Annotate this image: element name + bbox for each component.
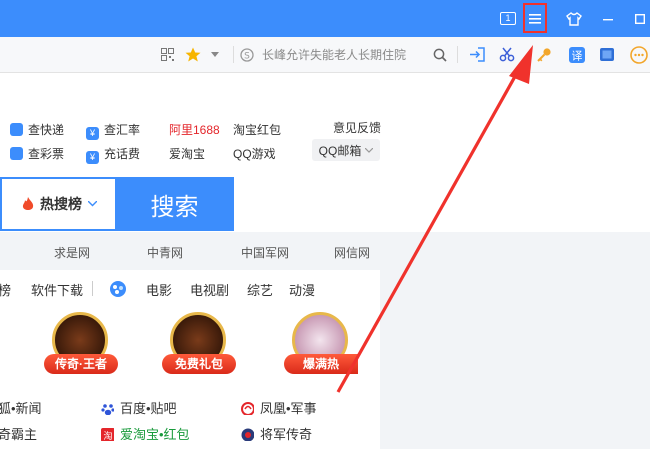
currency-icon: ¥ — [86, 127, 99, 140]
site-link[interactable]: 中青网 — [147, 244, 183, 261]
site-links-row: 求是网 中青网 中国军网 网信网 — [0, 232, 380, 270]
category-link[interactable]: 榜 — [0, 280, 11, 299]
category-link[interactable]: 电视剧 — [190, 280, 229, 299]
quicklink-huilv[interactable]: ¥ 查汇率 — [86, 121, 140, 140]
minimize-icon — [603, 18, 613, 20]
svg-text:译: 译 — [572, 49, 583, 62]
news-link[interactable]: 凤凰•军事 — [241, 398, 317, 417]
quicklink-huafei[interactable]: ¥ 充话费 — [86, 145, 140, 164]
search-area: 热搜榜 搜索 — [0, 177, 234, 231]
category-link[interactable]: 动漫 — [289, 280, 315, 299]
tab-count-button[interactable]: 1 — [498, 0, 518, 37]
qq-mail-dropdown[interactable]: QQ邮箱 — [312, 139, 380, 161]
hot-search-select[interactable]: 热搜榜 — [0, 177, 117, 231]
game-ad[interactable]: 爆满热 — [284, 312, 364, 382]
quicklink-aitaobao[interactable]: 爱淘宝 — [169, 145, 205, 162]
quicklink-kuaidi[interactable]: 查快递 — [10, 121, 64, 138]
game-logo-icon — [241, 428, 254, 441]
translate-button[interactable]: 译 — [566, 37, 588, 72]
more-button[interactable] — [628, 37, 650, 72]
favorite-button[interactable] — [183, 37, 203, 72]
chevron-down-icon — [88, 201, 97, 207]
quicklink-qq-game[interactable]: QQ游戏 — [233, 145, 276, 162]
chevron-down-icon — [365, 147, 374, 153]
star-icon — [185, 47, 201, 62]
svg-text:S: S — [244, 51, 250, 61]
svg-text:淘: 淘 — [103, 430, 112, 441]
game-ad[interactable]: 传奇·王者 — [44, 312, 124, 382]
lottery-icon — [10, 147, 23, 160]
site-link[interactable]: 网信网 — [334, 244, 370, 261]
game-ads-row: 传奇·王者 免费礼包 爆满热 — [0, 308, 380, 384]
search-button[interactable]: 搜索 — [115, 177, 234, 231]
main-menu-button[interactable] — [523, 3, 547, 33]
package-icon — [10, 123, 23, 136]
more-icon — [630, 45, 648, 64]
taobao-icon: 淘 — [101, 428, 114, 441]
login-icon — [470, 47, 485, 62]
news-link[interactable]: 淘 爱淘宝•红包 — [101, 424, 190, 443]
news-links: 狐•新闻 百度•贴吧 凤凰•军事 奇霸主 淘 爱淘宝•红包 将军传奇 — [0, 384, 380, 449]
category-link[interactable]: 电影 — [146, 280, 172, 299]
screenshot-button[interactable] — [496, 37, 518, 72]
quicklink-caipiao[interactable]: 查彩票 — [10, 145, 64, 162]
chevron-down-icon — [211, 52, 219, 57]
favorite-dropdown[interactable] — [208, 37, 222, 72]
qrcode-icon — [160, 48, 174, 61]
address-search-box[interactable]: S 长峰允许失能老人长期住院 — [240, 43, 454, 66]
category-link[interactable]: 软件下载 — [31, 280, 83, 299]
skin-button[interactable] — [562, 0, 586, 37]
translate-icon: 译 — [569, 46, 585, 63]
quicklink-taobao-hongbao[interactable]: 淘宝红包 — [233, 121, 281, 138]
key-icon — [537, 48, 551, 62]
site-link[interactable]: 求是网 — [54, 244, 90, 261]
title-bar: 1 — [0, 0, 650, 37]
recharge-icon: ¥ — [86, 151, 99, 164]
hamburger-menu-icon — [529, 13, 541, 24]
game-ad[interactable]: 免费礼包 — [162, 312, 242, 382]
login-button[interactable] — [466, 37, 488, 72]
reader-button[interactable] — [596, 37, 618, 72]
maximize-button[interactable] — [630, 0, 650, 37]
news-link[interactable]: 奇霸主 — [0, 424, 37, 443]
reader-icon — [600, 48, 614, 61]
search-engine-icon: S — [240, 47, 254, 62]
quicklink-alibaba[interactable]: 阿里1688 — [169, 121, 220, 138]
feedback-link[interactable]: 意见反馈 — [333, 119, 381, 136]
maximize-icon — [635, 13, 645, 24]
news-link[interactable]: 狐•新闻 — [0, 398, 42, 417]
video-app-icon — [110, 281, 126, 297]
news-link[interactable]: 将军传奇 — [241, 424, 312, 443]
search-placeholder: 长峰允许失能老人长期住院 — [262, 48, 407, 62]
divider — [233, 46, 234, 63]
scissors-icon — [499, 47, 515, 62]
qrcode-button[interactable] — [158, 37, 176, 72]
minimize-button[interactable] — [598, 0, 618, 37]
divider — [457, 46, 458, 63]
news-link[interactable]: 百度•贴吧 — [101, 398, 177, 417]
site-link[interactable]: 中国军网 — [241, 244, 289, 261]
tab-count: 1 — [500, 12, 516, 25]
category-link[interactable]: 综艺 — [247, 280, 273, 299]
baidu-paw-icon — [101, 404, 114, 415]
phoenix-icon — [241, 402, 254, 415]
search-icon — [433, 48, 447, 62]
shirt-icon — [566, 11, 582, 26]
search-submit-button[interactable] — [430, 37, 450, 72]
flame-icon — [22, 196, 34, 210]
category-row: 榜 软件下载 电影 电视剧 综艺 动漫 — [0, 270, 380, 308]
toolbar: S 长峰允许失能老人长期住院 译 — [0, 37, 650, 73]
divider — [92, 281, 93, 296]
password-button[interactable] — [533, 37, 555, 72]
